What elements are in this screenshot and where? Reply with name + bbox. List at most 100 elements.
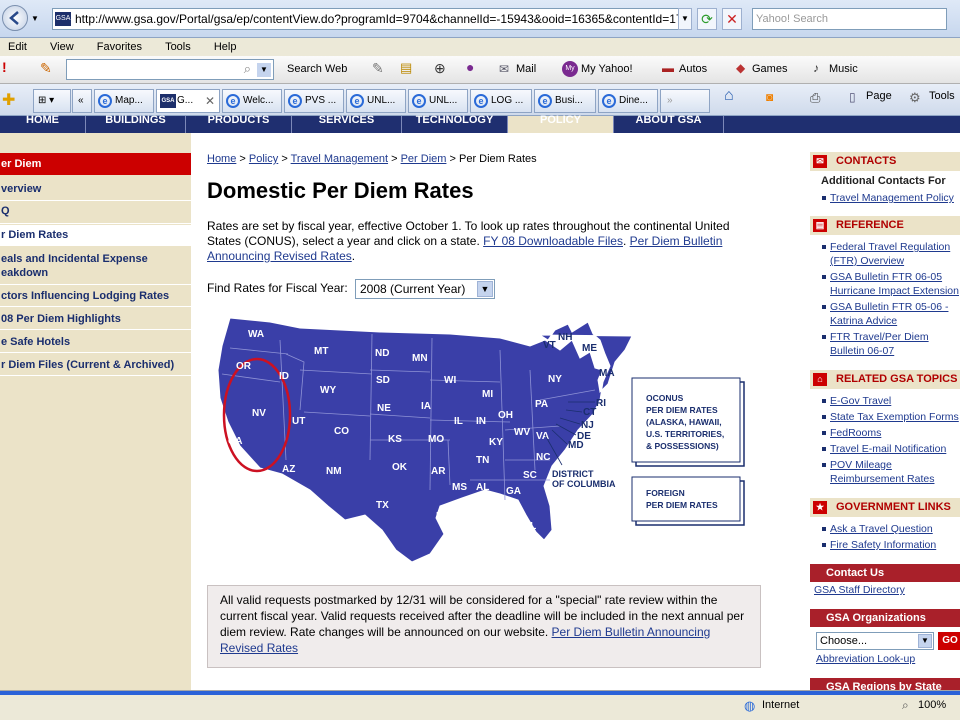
breadcrumb-home[interactable]: Home <box>207 153 236 165</box>
yahoo-toolbar-search[interactable]: ⌕ ▼ <box>66 59 274 80</box>
sidebar-item-mie-breakdown[interactable]: eals and Incidental Expense eakdown <box>0 250 160 284</box>
go-button[interactable]: GO <box>938 632 960 650</box>
oconus-button[interactable]: OCONUS PER DIEM RATES (ALASKA, HAWAII, U… <box>631 377 745 467</box>
url-field[interactable]: GSA http://www.gsa.gov/Portal/gsa/ep/con… <box>52 8 692 30</box>
gov-link-ask: Ask a Travel Question <box>822 522 960 536</box>
back-button[interactable] <box>2 5 28 31</box>
fiscal-year-select[interactable]: 2008 (Current Year) ▼ <box>355 279 495 299</box>
form-fill-icon[interactable]: ▤ <box>400 60 412 76</box>
state-nh: NH <box>558 332 572 343</box>
tab-6[interactable]: e UNL... <box>408 89 468 113</box>
tools-menu[interactable]: Tools <box>929 90 955 102</box>
sidebar-header[interactable]: er Diem <box>0 153 191 175</box>
close-tab-icon[interactable]: ✕ <box>205 90 215 112</box>
tab-7[interactable]: e LOG ... <box>470 89 532 113</box>
page-menu[interactable]: Page <box>866 90 892 102</box>
stop-icon[interactable]: ✕ <box>722 8 742 30</box>
us-state-map: WA OR CA NV ID MT WY UT AZ CO NM ND SD N… <box>200 310 760 570</box>
nav-policy[interactable]: POLICY <box>508 115 614 133</box>
breadcrumb-separator: > <box>391 153 398 165</box>
tab-4[interactable]: e PVS ... <box>284 89 344 113</box>
nav-products[interactable]: PRODUCTS <box>186 115 292 133</box>
menu-view[interactable]: View <box>50 41 74 53</box>
breadcrumb-per-diem[interactable]: Per Diem <box>401 153 447 165</box>
abbreviation-link[interactable]: Abbreviation Look-up <box>816 653 915 665</box>
tab-5[interactable]: e UNL... <box>346 89 406 113</box>
sidebar-item-fire-safe-hotels[interactable]: e Safe Hotels <box>0 331 191 353</box>
foreign-button[interactable]: FOREIGN PER DIEM RATES <box>631 476 745 526</box>
state-ok: OK <box>392 462 408 473</box>
menu-edit[interactable]: Edit <box>8 41 27 53</box>
yahoo-logo-icon[interactable]: ! <box>2 59 7 75</box>
state-wy: WY <box>320 385 336 396</box>
oconus-line-4: U.S. TERRITORIES, <box>646 429 724 439</box>
quick-tabs-button[interactable]: ⊞ ▾ <box>33 89 71 113</box>
state-wi: WI <box>444 375 456 386</box>
tab-3[interactable]: e Welc... <box>222 89 282 113</box>
sidebar-item-overview[interactable]: verview <box>0 179 191 201</box>
nav-about-gsa[interactable]: ABOUT GSA <box>614 115 724 133</box>
url-dropdown-icon[interactable]: ▼ <box>678 8 692 30</box>
breadcrumb-policy[interactable]: Policy <box>249 153 278 165</box>
staff-directory-link[interactable]: GSA Staff Directory <box>814 584 905 596</box>
tab-9[interactable]: e Dine... <box>598 89 658 113</box>
sidebar-item-lodging-factors[interactable]: ctors Influencing Lodging Rates <box>0 285 191 307</box>
nav-technology[interactable]: TECHNOLOGY <box>402 115 508 133</box>
tab-list-button[interactable]: « <box>72 89 92 113</box>
state-md: MD <box>568 440 584 451</box>
search-web-button[interactable]: Search Web <box>287 63 347 75</box>
my-yahoo-button[interactable]: My Yahoo! <box>581 63 633 75</box>
music-button[interactable]: Music <box>829 63 858 75</box>
related-link-egov: E-Gov Travel <box>822 394 960 408</box>
map-svg: WA OR CA NV ID MT WY UT AZ CO NM ND SD N… <box>217 317 745 563</box>
tab-label: G... <box>177 95 194 106</box>
ie-icon: e <box>98 94 112 108</box>
state-id: ID <box>279 371 289 382</box>
fy08-files-link[interactable]: FY 08 Downloadable Files <box>483 234 623 248</box>
games-icon: ◆ <box>736 61 746 75</box>
feeds-icon[interactable]: ◙ <box>766 90 773 104</box>
games-button[interactable]: Games <box>752 63 787 75</box>
messenger-icon[interactable]: ● <box>466 59 474 75</box>
home-icon[interactable]: ⌂ <box>724 87 734 105</box>
state-ri: RI <box>596 398 606 409</box>
menu-help[interactable]: Help <box>214 41 237 53</box>
tab-label: LOG ... <box>491 95 524 106</box>
intro-punct: . <box>622 234 627 248</box>
zoom-level[interactable]: 100% <box>918 699 946 711</box>
add-favorite-icon[interactable]: ✚ <box>2 90 15 110</box>
mail-button[interactable]: Mail <box>516 63 536 75</box>
sidebar-item-per-diem-rates[interactable]: r Diem Rates <box>0 225 191 246</box>
menu-favorites[interactable]: Favorites <box>97 41 142 53</box>
site-favicon: GSA <box>55 12 71 26</box>
url-text: http://www.gsa.gov/Portal/gsa/ep/content… <box>75 12 692 26</box>
tab-1[interactable]: e Map... <box>94 89 154 113</box>
chevron-down-icon[interactable]: ▼ <box>257 63 271 77</box>
sidebar-item-highlights[interactable]: 08 Per Diem Highlights <box>0 308 191 330</box>
nav-services[interactable]: SERVICES <box>292 115 402 133</box>
state-ny: NY <box>548 374 562 385</box>
refresh-icon[interactable]: ⟳ <box>697 8 717 30</box>
state-al: AL <box>476 482 489 493</box>
highlight-icon[interactable]: ✎ <box>372 60 384 77</box>
state-la: LA <box>436 511 449 522</box>
chevron-down-icon[interactable]: ▼ <box>31 14 39 23</box>
organization-select[interactable]: Choose... ▼ <box>816 632 934 650</box>
print-icon[interactable]: ⎙ <box>810 90 820 106</box>
autos-button[interactable]: Autos <box>679 63 707 75</box>
ie-icon: e <box>350 94 364 108</box>
menu-tools[interactable]: Tools <box>165 41 191 53</box>
globe-icon[interactable]: ⊕ <box>434 60 446 77</box>
yahoo-search-input[interactable]: Yahoo! Search <box>752 8 947 30</box>
mail-icon: ✉ <box>813 155 827 168</box>
sidebar-item-faq[interactable]: Q <box>0 202 191 224</box>
tab-2-active[interactable]: GSA G... ✕ <box>156 89 220 113</box>
nav-buildings[interactable]: BUILDINGS <box>86 115 186 133</box>
nav-home[interactable]: HOME <box>0 115 86 133</box>
sidebar-item-files[interactable]: r Diem Files (Current & Archived) <box>0 354 191 376</box>
pencil-icon[interactable]: ✎ <box>40 60 52 77</box>
tab-8[interactable]: e Busi... <box>534 89 596 113</box>
status-bar: ◍ Internet ⌕ 100% <box>0 690 960 720</box>
new-tab-button[interactable]: » <box>660 89 710 113</box>
breadcrumb-travel-management[interactable]: Travel Management <box>291 153 388 165</box>
